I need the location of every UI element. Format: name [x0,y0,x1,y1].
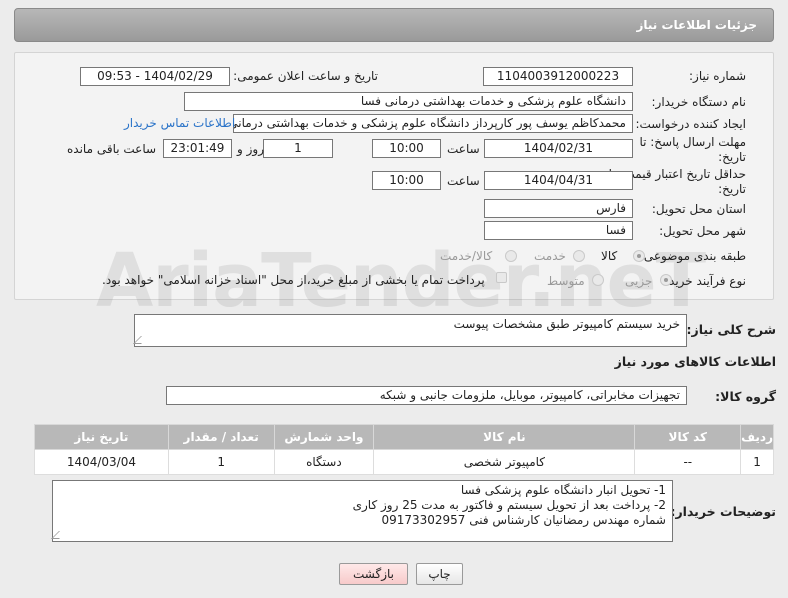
city-field[interactable]: فسا [484,221,633,240]
goods-group-label: گروه کالا: [715,389,776,404]
category-label: طبقه بندی موضوعی: [639,249,746,263]
cell-code: -- [634,449,742,475]
page-header: جزئیات اطلاعات نیاز [14,8,774,42]
process-minor-radio[interactable] [660,274,672,286]
need-number-label: شماره نیاز: [689,69,746,83]
summary-text: خرید سیستم کامپیوتر طبق مشخصات پیوست [453,317,680,331]
goods-section-title: اطلاعات کالاهای مورد نیاز [614,354,776,369]
process-minor-label: جزیی [625,274,653,288]
buyer-note-line: شماره مهندس رمضانیان کارشناس فنی 0917330… [381,513,666,527]
deadline-time-field[interactable]: 10:00 [372,139,441,158]
buyer-org-label: نام دستگاه خریدار: [651,95,747,109]
payment-note: پرداخت تمام یا بخشی از مبلغ خرید،از محل … [102,273,485,287]
city-label: شهر محل تحویل: [659,224,746,238]
buyer-org-field[interactable]: دانشگاه علوم پزشکی و خدمات بهداشتی درمان… [184,92,633,111]
announce-label: تاریخ و ساعت اعلان عمومی: [233,69,378,83]
buyer-note-line: 2- پرداخت بعد از تحویل سیستم و فاکتور به… [352,498,666,512]
col-date: تاریخ نیاز [34,424,169,450]
summary-label: شرح کلی نیاز: [686,322,776,337]
category-service-label: خدمت [534,249,566,263]
buyer-contact-link[interactable]: اطلاعات تماس خریدار [124,116,235,130]
page-title: جزئیات اطلاعات نیاز [636,18,757,32]
remaining-label: ساعت باقی مانده [67,142,157,156]
goods-group-field[interactable]: تجهیزات مخابراتی، کامپیوتر، موبایل، ملزو… [166,386,687,405]
requester-label: ایجاد کننده درخواست: [635,117,746,131]
province-field[interactable]: فارس [484,199,633,218]
col-row: ردیف [740,424,774,450]
resize-grip-icon[interactable] [51,531,67,539]
announce-field[interactable]: 1404/02/29 - 09:53 [80,67,230,86]
process-medium-label: متوسط [547,274,585,288]
category-goods-label: کالا [601,249,618,263]
col-unit: واحد شمارش [273,424,375,450]
col-name: نام کالا [373,424,636,450]
print-button[interactable]: چاپ [416,563,463,585]
category-both-radio[interactable] [505,250,517,262]
process-label: نوع فرآیند خرید : [661,274,746,288]
back-button[interactable]: بازگشت [339,563,408,585]
province-label: استان محل تحویل: [651,202,746,216]
days-field[interactable]: 1 [263,139,333,158]
goods-table-header: ردیف کد کالا نام کالا واحد شمارش تعداد /… [34,424,774,450]
remaining-time-field[interactable]: 23:01:49 [163,139,232,158]
need-number-field[interactable]: 1104003912000223 [483,67,633,86]
col-qty: تعداد / مقدار [167,424,275,450]
process-medium-radio[interactable] [592,274,604,286]
cell-row: 1 [740,449,774,475]
category-service-radio[interactable] [573,250,585,262]
price-validity-date-field[interactable]: 1404/04/31 [484,171,633,190]
summary-textarea[interactable]: خرید سیستم کامپیوتر طبق مشخصات پیوست [133,314,687,347]
goods-table: ردیف کد کالا نام کالا واحد شمارش تعداد /… [34,424,774,475]
cell-qty: 1 [167,449,275,475]
buyer-notes-label: توضیحات خریدار: [670,504,776,519]
price-validity-time-field[interactable]: 10:00 [372,171,441,190]
resize-grip-icon[interactable] [133,336,149,344]
treasury-payment-checkbox[interactable] [496,272,507,283]
days-label: روز و [237,142,264,156]
col-code: کد کالا [634,424,742,450]
deadline-label: مهلت ارسال پاسخ: تا تاریخ: [639,135,746,164]
cell-date: 1404/03/04 [34,449,169,475]
cell-name: کامپیوتر شخصی [373,449,636,475]
category-goods-radio[interactable] [633,250,645,262]
buyer-notes-textarea[interactable]: 1- تحویل انبار دانشگاه علوم پزشکی فسا 2-… [51,480,673,542]
cell-unit: دستگاه [273,449,375,475]
requester-field[interactable]: محمدکاظم یوسف پور کارپرداز دانشگاه علوم … [233,114,633,133]
deadline-time-label: ساعت [447,142,480,156]
price-validity-time-label: ساعت [447,174,480,188]
category-both-label: کالا/خدمت [440,249,493,263]
deadline-date-field[interactable]: 1404/02/31 [484,139,633,158]
table-row[interactable]: 1 -- کامپیوتر شخصی دستگاه 1 1404/03/04 [34,449,774,475]
buyer-note-line: 1- تحویل انبار دانشگاه علوم پزشکی فسا [460,483,666,497]
